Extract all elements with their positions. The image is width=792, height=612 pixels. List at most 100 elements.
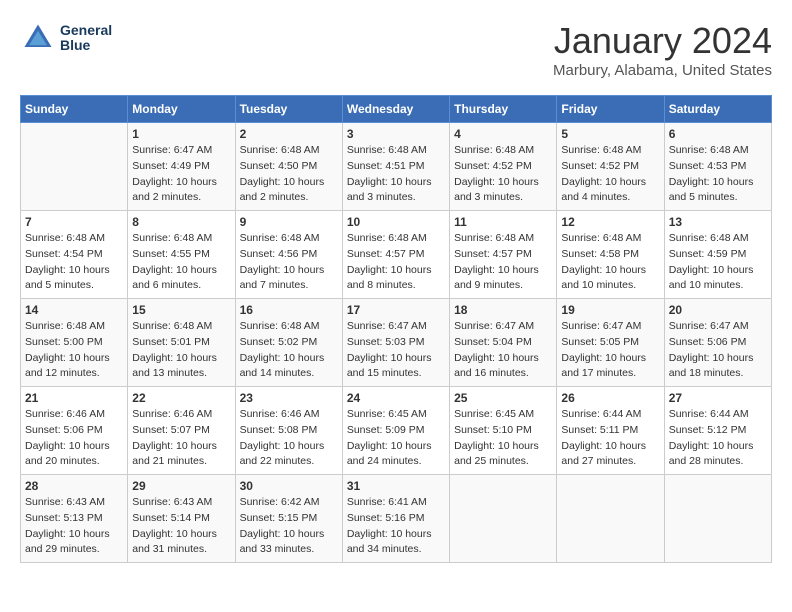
day-info: Sunrise: 6:47 AMSunset: 4:49 PMDaylight:… bbox=[132, 143, 230, 206]
day-info: Sunrise: 6:44 AMSunset: 5:11 PMDaylight:… bbox=[561, 407, 659, 470]
calendar-week-row: 1 Sunrise: 6:47 AMSunset: 4:49 PMDaylight… bbox=[21, 123, 772, 211]
day-number: 14 bbox=[25, 303, 123, 317]
logo-line1: General bbox=[60, 23, 112, 38]
day-info: Sunrise: 6:48 AMSunset: 4:53 PMDaylight:… bbox=[669, 143, 767, 206]
calendar-cell: 3 Sunrise: 6:48 AMSunset: 4:51 PMDaylight… bbox=[342, 123, 449, 211]
day-number: 7 bbox=[25, 215, 123, 229]
calendar-cell: 26Sunrise: 6:44 AMSunset: 5:11 PMDayligh… bbox=[557, 387, 664, 475]
subtitle: Marbury, Alabama, United States bbox=[553, 62, 772, 79]
day-number: 25 bbox=[454, 391, 552, 405]
calendar-cell bbox=[21, 123, 128, 211]
day-info: Sunrise: 6:48 AMSunset: 4:57 PMDaylight:… bbox=[347, 231, 445, 294]
day-info: Sunrise: 6:48 AMSunset: 4:56 PMDaylight:… bbox=[240, 231, 338, 294]
calendar-cell bbox=[450, 475, 557, 563]
calendar-table: SundayMondayTuesdayWednesdayThursdayFrid… bbox=[20, 95, 772, 563]
day-number: 9 bbox=[240, 215, 338, 229]
header-day: Saturday bbox=[664, 96, 771, 123]
logo-text: General Blue bbox=[60, 23, 112, 54]
header-day: Tuesday bbox=[235, 96, 342, 123]
day-info: Sunrise: 6:47 AMSunset: 5:05 PMDaylight:… bbox=[561, 319, 659, 382]
day-info: Sunrise: 6:48 AMSunset: 5:00 PMDaylight:… bbox=[25, 319, 123, 382]
calendar-cell: 20 Sunrise: 6:47 AMSunset: 5:06 PMDayligh… bbox=[664, 299, 771, 387]
day-number: 19 bbox=[561, 303, 659, 317]
day-number: 20 bbox=[669, 303, 767, 317]
calendar-cell: 1 Sunrise: 6:47 AMSunset: 4:49 PMDaylight… bbox=[128, 123, 235, 211]
day-info: Sunrise: 6:44 AMSunset: 5:12 PMDaylight:… bbox=[669, 407, 767, 470]
day-info: Sunrise: 6:48 AMSunset: 4:51 PMDaylight:… bbox=[347, 143, 445, 206]
header-day: Wednesday bbox=[342, 96, 449, 123]
calendar-cell: 11 Sunrise: 6:48 AMSunset: 4:57 PMDayligh… bbox=[450, 211, 557, 299]
calendar-cell bbox=[664, 475, 771, 563]
calendar-cell: 15 Sunrise: 6:48 AMSunset: 5:01 PMDayligh… bbox=[128, 299, 235, 387]
calendar-cell: 21 Sunrise: 6:46 AMSunset: 5:06 PMDayligh… bbox=[21, 387, 128, 475]
day-info: Sunrise: 6:48 AMSunset: 4:55 PMDaylight:… bbox=[132, 231, 230, 294]
day-info: Sunrise: 6:43 AMSunset: 5:14 PMDaylight:… bbox=[132, 495, 230, 558]
calendar-cell: 17 Sunrise: 6:47 AMSunset: 5:03 PMDayligh… bbox=[342, 299, 449, 387]
calendar-cell: 30Sunrise: 6:42 AMSunset: 5:15 PMDayligh… bbox=[235, 475, 342, 563]
calendar-cell: 6 Sunrise: 6:48 AMSunset: 4:53 PMDaylight… bbox=[664, 123, 771, 211]
header-day: Thursday bbox=[450, 96, 557, 123]
page-header: General Blue January 2024 Marbury, Alaba… bbox=[20, 20, 772, 79]
title-block: January 2024 Marbury, Alabama, United St… bbox=[553, 20, 772, 79]
day-number: 12 bbox=[561, 215, 659, 229]
day-info: Sunrise: 6:48 AMSunset: 4:59 PMDaylight:… bbox=[669, 231, 767, 294]
day-info: Sunrise: 6:46 AMSunset: 5:08 PMDaylight:… bbox=[240, 407, 338, 470]
day-number: 2 bbox=[240, 127, 338, 141]
day-number: 11 bbox=[454, 215, 552, 229]
day-info: Sunrise: 6:48 AMSunset: 4:52 PMDaylight:… bbox=[454, 143, 552, 206]
calendar-week-row: 14 Sunrise: 6:48 AMSunset: 5:00 PMDayligh… bbox=[21, 299, 772, 387]
day-info: Sunrise: 6:47 AMSunset: 5:06 PMDaylight:… bbox=[669, 319, 767, 382]
day-info: Sunrise: 6:48 AMSunset: 4:57 PMDaylight:… bbox=[454, 231, 552, 294]
day-info: Sunrise: 6:46 AMSunset: 5:06 PMDaylight:… bbox=[25, 407, 123, 470]
day-number: 6 bbox=[669, 127, 767, 141]
day-info: Sunrise: 6:48 AMSunset: 4:54 PMDaylight:… bbox=[25, 231, 123, 294]
day-number: 31 bbox=[347, 479, 445, 493]
calendar-week-row: 7 Sunrise: 6:48 AMSunset: 4:54 PMDaylight… bbox=[21, 211, 772, 299]
calendar-cell: 13 Sunrise: 6:48 AMSunset: 4:59 PMDayligh… bbox=[664, 211, 771, 299]
day-info: Sunrise: 6:41 AMSunset: 5:16 PMDaylight:… bbox=[347, 495, 445, 558]
day-info: Sunrise: 6:48 AMSunset: 5:01 PMDaylight:… bbox=[132, 319, 230, 382]
day-info: Sunrise: 6:42 AMSunset: 5:15 PMDaylight:… bbox=[240, 495, 338, 558]
calendar-cell: 27 Sunrise: 6:44 AMSunset: 5:12 PMDayligh… bbox=[664, 387, 771, 475]
day-info: Sunrise: 6:48 AMSunset: 4:58 PMDaylight:… bbox=[561, 231, 659, 294]
day-number: 23 bbox=[240, 391, 338, 405]
day-number: 13 bbox=[669, 215, 767, 229]
day-info: Sunrise: 6:45 AMSunset: 5:09 PMDaylight:… bbox=[347, 407, 445, 470]
calendar-cell: 5Sunrise: 6:48 AMSunset: 4:52 PMDaylight… bbox=[557, 123, 664, 211]
day-number: 21 bbox=[25, 391, 123, 405]
calendar-cell: 19 Sunrise: 6:47 AMSunset: 5:05 PMDayligh… bbox=[557, 299, 664, 387]
calendar-cell: 18Sunrise: 6:47 AMSunset: 5:04 PMDayligh… bbox=[450, 299, 557, 387]
header-day: Monday bbox=[128, 96, 235, 123]
calendar-week-row: 21 Sunrise: 6:46 AMSunset: 5:06 PMDayligh… bbox=[21, 387, 772, 475]
calendar-cell: 10Sunrise: 6:48 AMSunset: 4:57 PMDayligh… bbox=[342, 211, 449, 299]
day-number: 3 bbox=[347, 127, 445, 141]
header-day: Sunday bbox=[21, 96, 128, 123]
day-number: 15 bbox=[132, 303, 230, 317]
calendar-cell: 12 Sunrise: 6:48 AMSunset: 4:58 PMDayligh… bbox=[557, 211, 664, 299]
day-number: 16 bbox=[240, 303, 338, 317]
calendar-week-row: 28Sunrise: 6:43 AMSunset: 5:13 PMDayligh… bbox=[21, 475, 772, 563]
day-number: 17 bbox=[347, 303, 445, 317]
day-number: 27 bbox=[669, 391, 767, 405]
day-number: 1 bbox=[132, 127, 230, 141]
calendar-cell: 28Sunrise: 6:43 AMSunset: 5:13 PMDayligh… bbox=[21, 475, 128, 563]
day-number: 28 bbox=[25, 479, 123, 493]
calendar-cell: 22 Sunrise: 6:46 AMSunset: 5:07 PMDayligh… bbox=[128, 387, 235, 475]
day-number: 4 bbox=[454, 127, 552, 141]
header-row: SundayMondayTuesdayWednesdayThursdayFrid… bbox=[21, 96, 772, 123]
day-info: Sunrise: 6:45 AMSunset: 5:10 PMDaylight:… bbox=[454, 407, 552, 470]
logo: General Blue bbox=[20, 20, 112, 56]
day-info: Sunrise: 6:47 AMSunset: 5:03 PMDaylight:… bbox=[347, 319, 445, 382]
calendar-cell: 9 Sunrise: 6:48 AMSunset: 4:56 PMDaylight… bbox=[235, 211, 342, 299]
day-number: 8 bbox=[132, 215, 230, 229]
logo-line2: Blue bbox=[60, 38, 112, 53]
calendar-cell: 8 Sunrise: 6:48 AMSunset: 4:55 PMDaylight… bbox=[128, 211, 235, 299]
day-number: 29 bbox=[132, 479, 230, 493]
day-info: Sunrise: 6:46 AMSunset: 5:07 PMDaylight:… bbox=[132, 407, 230, 470]
main-title: January 2024 bbox=[553, 20, 772, 62]
day-info: Sunrise: 6:48 AMSunset: 5:02 PMDaylight:… bbox=[240, 319, 338, 382]
calendar-cell: 4 Sunrise: 6:48 AMSunset: 4:52 PMDaylight… bbox=[450, 123, 557, 211]
day-number: 22 bbox=[132, 391, 230, 405]
calendar-cell: 2 Sunrise: 6:48 AMSunset: 4:50 PMDaylight… bbox=[235, 123, 342, 211]
day-info: Sunrise: 6:48 AMSunset: 4:50 PMDaylight:… bbox=[240, 143, 338, 206]
